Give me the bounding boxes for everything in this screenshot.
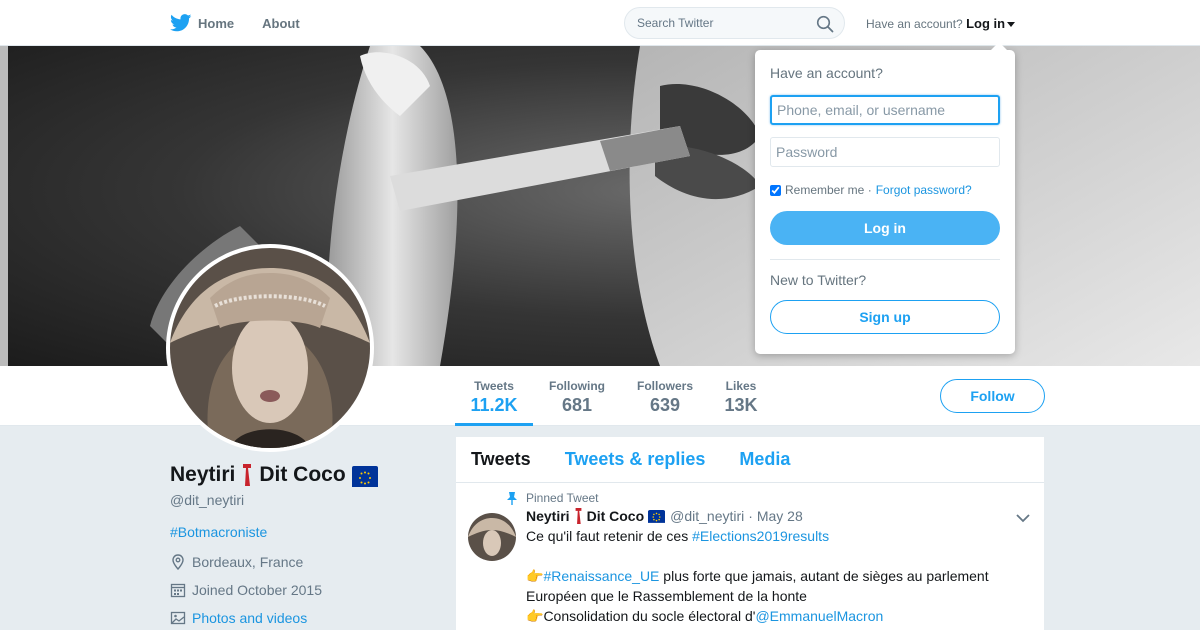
forgot-password-link[interactable]: Forgot password? <box>876 183 972 197</box>
remember-me-checkbox[interactable] <box>770 184 781 196</box>
stat-tweets-label: Tweets <box>474 379 514 393</box>
twitter-bird-icon <box>170 14 192 32</box>
stat-following[interactable]: Following 681 <box>541 366 613 426</box>
profile-location-text: Bordeaux, France <box>192 554 304 570</box>
profile-location: Bordeaux, France <box>170 554 440 570</box>
eu-flag-icon <box>351 466 378 488</box>
tweet-line-gap <box>526 546 1006 566</box>
top-nav: Home About Have an account? Log in <box>0 0 1200 46</box>
tweet-avatar[interactable] <box>468 513 516 561</box>
profile-name-first: Neytiri <box>170 463 236 486</box>
tweet-line-2-text: plus forte que jamais, autant de sièges … <box>659 568 989 584</box>
stat-following-value: 681 <box>561 395 593 415</box>
eu-flag-icon <box>648 510 666 523</box>
login-button[interactable]: Log in <box>770 211 1000 245</box>
profile-joined-text: Joined October 2015 <box>192 582 322 598</box>
stat-followers-value: 639 <box>649 395 681 415</box>
divider <box>770 259 1000 260</box>
hashtag-link[interactable]: #Elections2019results <box>692 528 829 544</box>
tweet-line-4: 👉Consolidation du socle électoral d'@Emm… <box>526 606 1006 626</box>
search-input[interactable] <box>637 16 807 30</box>
photo-icon <box>170 611 186 625</box>
stat-followers-label: Followers <box>636 379 693 393</box>
tweet-line-1: Ce qu'il faut retenir de ces #Elections2… <box>526 526 1006 546</box>
tweet-avatar-image <box>468 513 516 561</box>
password-field[interactable] <box>770 137 1000 167</box>
nav-about-label: About <box>262 15 300 31</box>
login-dropdown-title: Have an account? <box>770 65 883 81</box>
login-dropdown-toggle[interactable]: Log in <box>966 16 1016 31</box>
nav-home-label: Home <box>198 15 235 31</box>
account-prompt-text: Have an account? <box>866 17 963 31</box>
stat-likes-value: 13K <box>724 395 758 415</box>
stat-followers[interactable]: Followers 639 <box>629 366 701 426</box>
photos-videos-link[interactable]: Photos and videos <box>170 610 440 626</box>
stat-tweets-value: 11.2K <box>470 395 518 415</box>
nav-left: Home About <box>170 0 328 46</box>
scarf-emoji-icon <box>575 508 581 524</box>
photos-videos-label: Photos and videos <box>192 610 308 626</box>
profile-card: Neytiri Dit Coco @dit_neytiri #Botmacroni… <box>170 460 440 626</box>
mention-link[interactable]: @EmmanuelMacron <box>755 608 883 624</box>
profile-name-second: Dit Coco <box>259 463 346 486</box>
account-prompt: Have an account? Log in <box>866 16 1016 31</box>
tweet-author-name-second[interactable]: Dit Coco <box>587 508 645 524</box>
search-icon[interactable] <box>816 15 834 33</box>
caret-down-icon <box>1007 22 1016 28</box>
remember-me-label: Remember me · <box>785 183 872 197</box>
username-field[interactable] <box>770 95 1000 125</box>
tweet-date[interactable]: · May 28 <box>748 508 802 524</box>
signup-button[interactable]: Sign up <box>770 300 1000 334</box>
pinned-tweet[interactable]: Pinned Tweet Neytiri Dit Coco @dit_neytir… <box>456 483 1044 626</box>
login-dropdown: Have an account? Remember me · Forgot pa… <box>755 42 1015 354</box>
tweet-author-handle[interactable]: @dit_neytiri <box>670 508 744 524</box>
avatar-image <box>170 248 370 448</box>
scarf-emoji-icon <box>243 464 252 487</box>
profile-name[interactable]: Neytiri Dit Coco <box>170 460 440 490</box>
pin-icon <box>507 492 517 505</box>
login-toggle-label: Log in <box>966 16 1006 31</box>
pinned-tweet-label: Pinned Tweet <box>526 491 599 505</box>
tab-media[interactable]: Media <box>739 449 790 470</box>
tweet-author-name-first[interactable]: Neytiri <box>526 508 570 524</box>
pointing-hand-emoji-icon: 👉 <box>526 568 544 584</box>
chevron-down-icon[interactable] <box>1016 513 1030 523</box>
new-to-twitter-text: New to Twitter? <box>770 272 867 288</box>
stat-tweets[interactable]: Tweets 11.2K <box>455 366 533 426</box>
tweet-line-3: Européen que le Rassemblement de la hont… <box>526 588 807 604</box>
timeline-tabs: Tweets Tweets & replies Media <box>456 437 1044 483</box>
tweet-header: Neytiri Dit Coco @dit_neytiri · May 28 <box>526 508 1044 524</box>
pinned-tweet-indicator: Pinned Tweet <box>507 491 1044 505</box>
profile-bio-hashtag[interactable]: #Botmacroniste <box>170 524 440 540</box>
hashtag-link[interactable]: #Renaissance_UE <box>543 568 659 584</box>
profile-handle[interactable]: @dit_neytiri <box>170 492 440 508</box>
tweet-text: Ce qu'il faut retenir de ces #Elections2… <box>526 526 1006 626</box>
remember-me-row: Remember me · Forgot password? <box>770 183 1000 197</box>
profile-joined: Joined October 2015 <box>170 582 440 598</box>
location-pin-icon <box>172 554 184 570</box>
tab-tweets[interactable]: Tweets <box>471 449 531 470</box>
calendar-icon <box>170 583 186 598</box>
tweet-line-1-text: Ce qu'il faut retenir de ces <box>526 528 693 544</box>
search-box <box>624 7 845 39</box>
tweet-line-4-text: Consolidation du socle électoral d' <box>543 608 756 624</box>
nav-home-link[interactable]: Home <box>170 14 234 32</box>
tab-tweets-replies[interactable]: Tweets & replies <box>565 449 706 470</box>
stat-likes[interactable]: Likes 13K <box>714 366 768 426</box>
nav-about-link[interactable]: About <box>262 16 300 31</box>
stat-following-label: Following <box>549 379 605 393</box>
tweet-line-2: 👉#Renaissance_UE plus forte que jamais, … <box>526 566 1006 586</box>
timeline: Tweets Tweets & replies Media Pinned Twe… <box>456 437 1044 630</box>
profile-avatar[interactable] <box>166 244 374 452</box>
follow-button[interactable]: Follow <box>940 379 1045 413</box>
stat-likes-label: Likes <box>725 379 757 393</box>
pointing-hand-emoji-icon: 👉 <box>526 608 544 624</box>
